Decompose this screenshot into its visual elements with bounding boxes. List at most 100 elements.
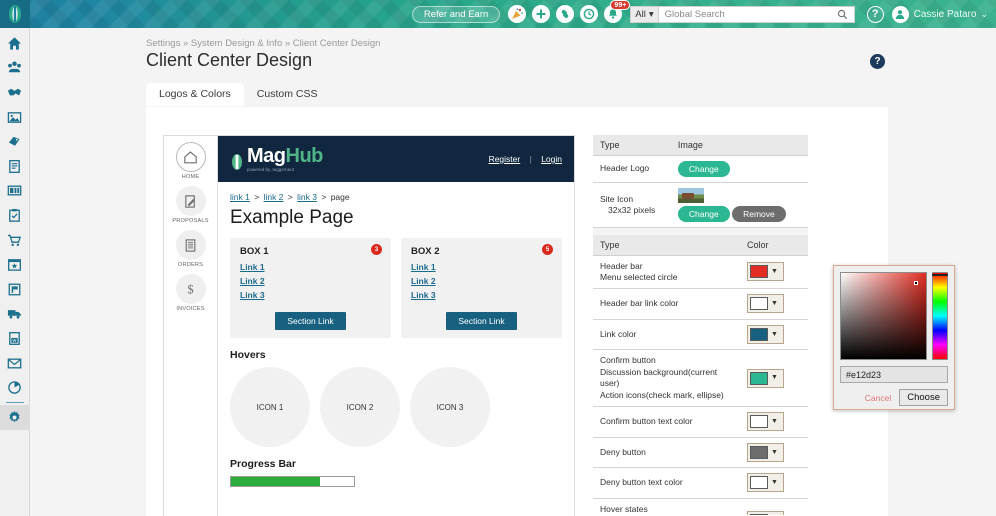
preview-crumb-link-1[interactable]: link 1 [230, 192, 250, 202]
page-help-icon[interactable]: ? [870, 54, 885, 69]
plus-icon[interactable] [532, 5, 550, 23]
box-1-link-1[interactable]: Link 1 [240, 262, 381, 272]
avatar[interactable] [892, 6, 909, 23]
box-1-section-link-button[interactable]: Section Link [275, 312, 345, 330]
bell-icon[interactable]: 99+ [604, 5, 622, 23]
tab-logos-and-colors[interactable]: Logos & Colors [146, 83, 244, 106]
chevron-down-icon[interactable]: ▼ [768, 373, 781, 382]
crumb-sep-3: > [321, 192, 326, 202]
preview-nav-orders-label: ORDERS [164, 262, 218, 268]
color-swatch-button[interactable]: ▼ [747, 369, 784, 388]
color-swatch-button[interactable]: ▼ [747, 443, 784, 462]
sidebar-item-reports[interactable] [0, 375, 30, 400]
sidebar-item-proposals[interactable] [0, 154, 30, 179]
crumb-sep-1: > [254, 192, 259, 202]
sidebar-item-orders[interactable] [0, 228, 30, 253]
chevron-down-icon[interactable]: ▼ [768, 417, 781, 426]
preview-crumb-link-3[interactable]: link 3 [297, 192, 317, 202]
sidebar-item-home[interactable] [0, 31, 30, 56]
label-line: Confirm button [600, 355, 733, 366]
sidebar-item-mail[interactable] [0, 351, 30, 376]
table-row: Link color ▼ [593, 319, 808, 349]
box-2-section-link-button[interactable]: Section Link [446, 312, 516, 330]
tab-custom-css[interactable]: Custom CSS [244, 83, 331, 106]
preview-nav-proposals[interactable]: PROPOSALS [164, 186, 218, 224]
saturation-value-field[interactable] [840, 272, 927, 360]
color-picker-popup[interactable]: Cancel Choose [833, 265, 955, 410]
search-scope-dropdown[interactable]: All ▾ [630, 6, 658, 23]
hue-slider[interactable] [932, 272, 948, 360]
color-swatch-button[interactable]: ▼ [747, 294, 784, 313]
color-swatch-button[interactable]: ▼ [747, 473, 784, 492]
preview-crumb-link-2[interactable]: link 2 [264, 192, 284, 202]
box-1-link-3[interactable]: Link 3 [240, 290, 381, 300]
sidebar-item-companies[interactable] [0, 80, 30, 105]
link-icon[interactable] [556, 5, 574, 23]
color-swatch-button[interactable]: ▼ [747, 511, 784, 515]
box-1-title: BOX 1 [240, 246, 381, 257]
crumb-sep-2: > [288, 192, 293, 202]
sidebar-item-calendar[interactable] [0, 252, 30, 277]
chevron-down-icon[interactable]: ▼ [768, 267, 781, 276]
sidebar-item-contacts[interactable] [0, 56, 30, 81]
label-line: Discussion background(current user) [600, 367, 733, 390]
refer-and-earn-button[interactable]: Refer and Earn [412, 6, 500, 23]
preview-login-link[interactable]: Login [541, 154, 562, 164]
preview-progress-heading: Progress Bar [230, 458, 562, 470]
preview-box-row: 3 BOX 1 Link 1 Link 2 Link 3 Section Lin… [230, 238, 562, 338]
label-line: Header bar [600, 261, 733, 272]
chevron-down-icon[interactable]: ▼ [768, 478, 781, 487]
sidebar-item-tags[interactable] [0, 129, 30, 154]
preview-nav-home[interactable]: HOME [164, 142, 218, 180]
sidebar-item-publications[interactable] [0, 277, 30, 302]
color-picker-choose-button[interactable]: Choose [899, 389, 948, 406]
site-icon-change-button[interactable]: Change [678, 206, 730, 222]
preview-register-link[interactable]: Register [489, 154, 521, 164]
box-2-link-1[interactable]: Link 1 [411, 262, 552, 272]
color-swatch-button[interactable]: ▼ [747, 325, 784, 344]
preview-nav-invoices[interactable]: $ INVOICES [164, 274, 218, 312]
hex-color-input[interactable] [840, 366, 948, 383]
search-icon[interactable] [837, 9, 848, 20]
label-line: Hover states [600, 504, 733, 515]
hover-circle-2[interactable]: ICON 2 [320, 367, 400, 447]
sidebar-item-media[interactable] [0, 105, 30, 130]
preview-progress-bar [230, 476, 355, 487]
color-swatch-button[interactable]: ▼ [747, 262, 784, 281]
hover-circle-1[interactable]: ICON 1 [230, 367, 310, 447]
user-menu-chevron-icon[interactable]: ⌄ [980, 9, 988, 20]
preview-nav-orders[interactable]: ORDERS [164, 230, 218, 268]
box-2-link-2[interactable]: Link 2 [411, 276, 552, 286]
app-logo[interactable] [0, 0, 30, 28]
chevron-down-icon[interactable]: ▼ [768, 448, 781, 457]
header-logo-change-button[interactable]: Change [678, 161, 730, 177]
box-2-link-3[interactable]: Link 3 [411, 290, 552, 300]
sv-cursor-handle[interactable] [914, 281, 918, 285]
sidebar-item-shipping[interactable] [0, 302, 30, 327]
global-search-box[interactable] [659, 6, 855, 23]
clock-icon[interactable] [580, 5, 598, 23]
color-picker-cancel-button[interactable]: Cancel [865, 393, 891, 403]
sidebar-divider [6, 402, 24, 403]
sidebar-item-settings[interactable] [0, 405, 30, 430]
user-name-label[interactable]: Cassie Pataro [914, 9, 977, 20]
preview-brand-tagline: powered by Juggernaut [247, 167, 323, 172]
ad-grid-icon [7, 183, 22, 198]
sidebar-item-documents[interactable]: W [0, 326, 30, 351]
box-1-link-2[interactable]: Link 2 [240, 276, 381, 286]
color-swatch-button[interactable]: ▼ [747, 412, 784, 431]
color-row-hover-states-label: Hover states Selected row Percentage com… [593, 498, 740, 515]
search-input[interactable] [665, 9, 837, 20]
color-row-deny-button-swatch-cell: ▼ [740, 437, 808, 467]
hover-circle-3[interactable]: ICON 3 [410, 367, 490, 447]
sidebar-item-ads[interactable] [0, 179, 30, 204]
color-row-confirm-button-label: Confirm button Discussion background(cur… [593, 350, 740, 407]
help-button[interactable]: ? [867, 6, 884, 23]
site-icon-remove-button[interactable]: Remove [732, 206, 786, 222]
color-swatch [750, 514, 768, 515]
sidebar-item-tasks[interactable] [0, 203, 30, 228]
preview-header-links: Register | Login [489, 154, 562, 164]
celebration-icon[interactable] [508, 5, 526, 23]
chevron-down-icon[interactable]: ▼ [768, 330, 781, 339]
chevron-down-icon[interactable]: ▼ [768, 299, 781, 308]
